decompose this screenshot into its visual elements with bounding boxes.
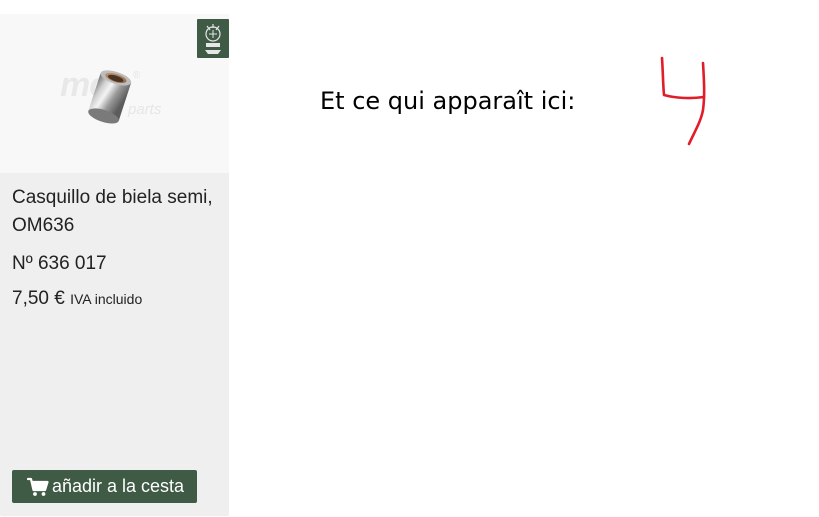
brand-emblem-icon — [197, 19, 229, 58]
product-name-line1[interactable]: Casquillo de biela semi, — [12, 187, 213, 208]
shopping-cart-icon — [26, 477, 49, 496]
product-image[interactable]: mc ® parts — [0, 14, 229, 173]
product-name[interactable]: Casquillo de biela semi, OM636 — [12, 184, 222, 240]
product-details: Casquillo de biela semi, OM636 Nº 636 01… — [12, 184, 222, 311]
product-price: 7,50 € — [12, 288, 65, 309]
handwritten-number — [660, 56, 706, 146]
product-price-row: 7,50 € IVA incluido — [12, 287, 222, 311]
annotation-text: Et ce qui apparaît ici: — [320, 87, 576, 115]
add-to-cart-button[interactable]: añadir a la cesta — [12, 470, 197, 503]
product-name-line2[interactable]: OM636 — [12, 215, 74, 236]
tax-note: IVA incluido — [70, 291, 143, 307]
product-reference: Nº 636 017 — [12, 253, 107, 274]
product-card: mc ® parts Casquillo de biela semi, OM63… — [0, 14, 229, 516]
bushing-photo — [88, 70, 132, 124]
add-to-cart-label: añadir a la cesta — [51, 476, 185, 496]
